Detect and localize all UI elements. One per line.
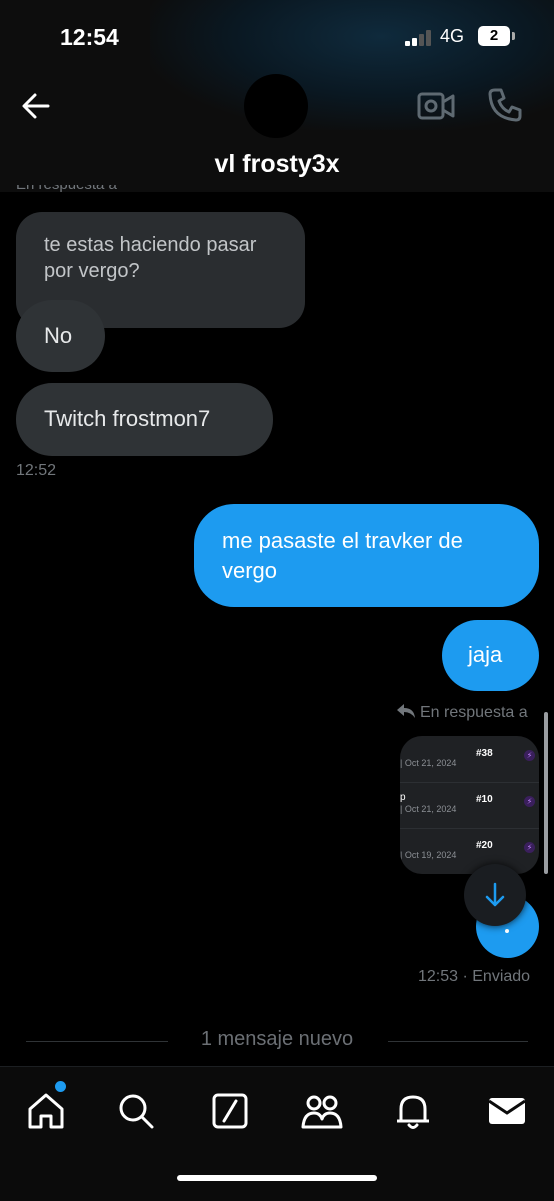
messages-icon[interactable] [485, 1089, 529, 1133]
network-label: 4G [440, 26, 465, 46]
outgoing-message[interactable]: jaja [442, 620, 539, 691]
conversation-title[interactable]: vl frosty3x [0, 150, 554, 179]
list-item: | Oct 21, 2024 #38 ⚡ [400, 736, 539, 783]
scrollbar[interactable] [544, 712, 548, 874]
bolt-icon: ⚡ [524, 842, 535, 853]
bolt-icon: ⚡ [524, 750, 535, 761]
attachment-date: | Oct 21, 2024 [400, 804, 457, 814]
message-dot [505, 929, 509, 933]
communities-icon[interactable] [300, 1089, 344, 1133]
reply-context-text: En respuesta a [420, 704, 528, 721]
attachment-rank: #10 [476, 794, 493, 805]
status-time: 12:54 [60, 24, 119, 50]
new-messages-text: 1 mensaje nuevo [186, 1028, 368, 1050]
reply-arrow-icon [397, 704, 415, 718]
bolt-icon: ⚡ [524, 796, 535, 807]
incoming-message[interactable]: No [16, 300, 105, 372]
list-item: p | Oct 21, 2024 #10 ⚡ [400, 782, 539, 829]
home-indicator [177, 1175, 377, 1181]
signal-icon [405, 30, 433, 46]
search-icon[interactable] [114, 1089, 158, 1133]
message-timestamp: 12:52 [16, 462, 57, 479]
attachment-prefix: p [400, 792, 406, 803]
phone-call-icon[interactable] [486, 86, 524, 124]
video-call-icon[interactable] [416, 88, 456, 124]
battery-icon: 2 [478, 26, 510, 46]
avatar[interactable] [244, 74, 308, 138]
attachment-date: | Oct 21, 2024 [400, 758, 457, 768]
notification-dot [55, 1081, 66, 1092]
scroll-to-bottom-button[interactable] [464, 864, 526, 926]
home-icon[interactable] [24, 1089, 68, 1133]
grok-icon[interactable] [208, 1089, 252, 1133]
image-attachment[interactable]: | Oct 21, 2024 #38 ⚡ p | Oct 21, 2024 #1… [400, 736, 539, 874]
outgoing-message[interactable]: me pasaste el travker de vergo [194, 504, 539, 607]
reply-context: En respuesta a [396, 703, 528, 722]
battery-cap [512, 32, 515, 40]
incoming-message[interactable]: Twitch frostmon7 [16, 383, 273, 456]
back-arrow-icon[interactable] [18, 88, 54, 124]
reply-context-label: En respuesta a [16, 185, 117, 192]
attachment-rank: #38 [476, 748, 493, 759]
notifications-icon[interactable] [391, 1089, 435, 1133]
arrow-down-icon [485, 882, 505, 907]
new-messages-indicator[interactable]: 1 mensaje nuevo [0, 1028, 554, 1051]
attachment-rank: #20 [476, 840, 493, 851]
attachment-date: | Oct 19, 2024 [400, 850, 457, 860]
message-timestamp: 12:53 · Enviado [418, 968, 531, 985]
